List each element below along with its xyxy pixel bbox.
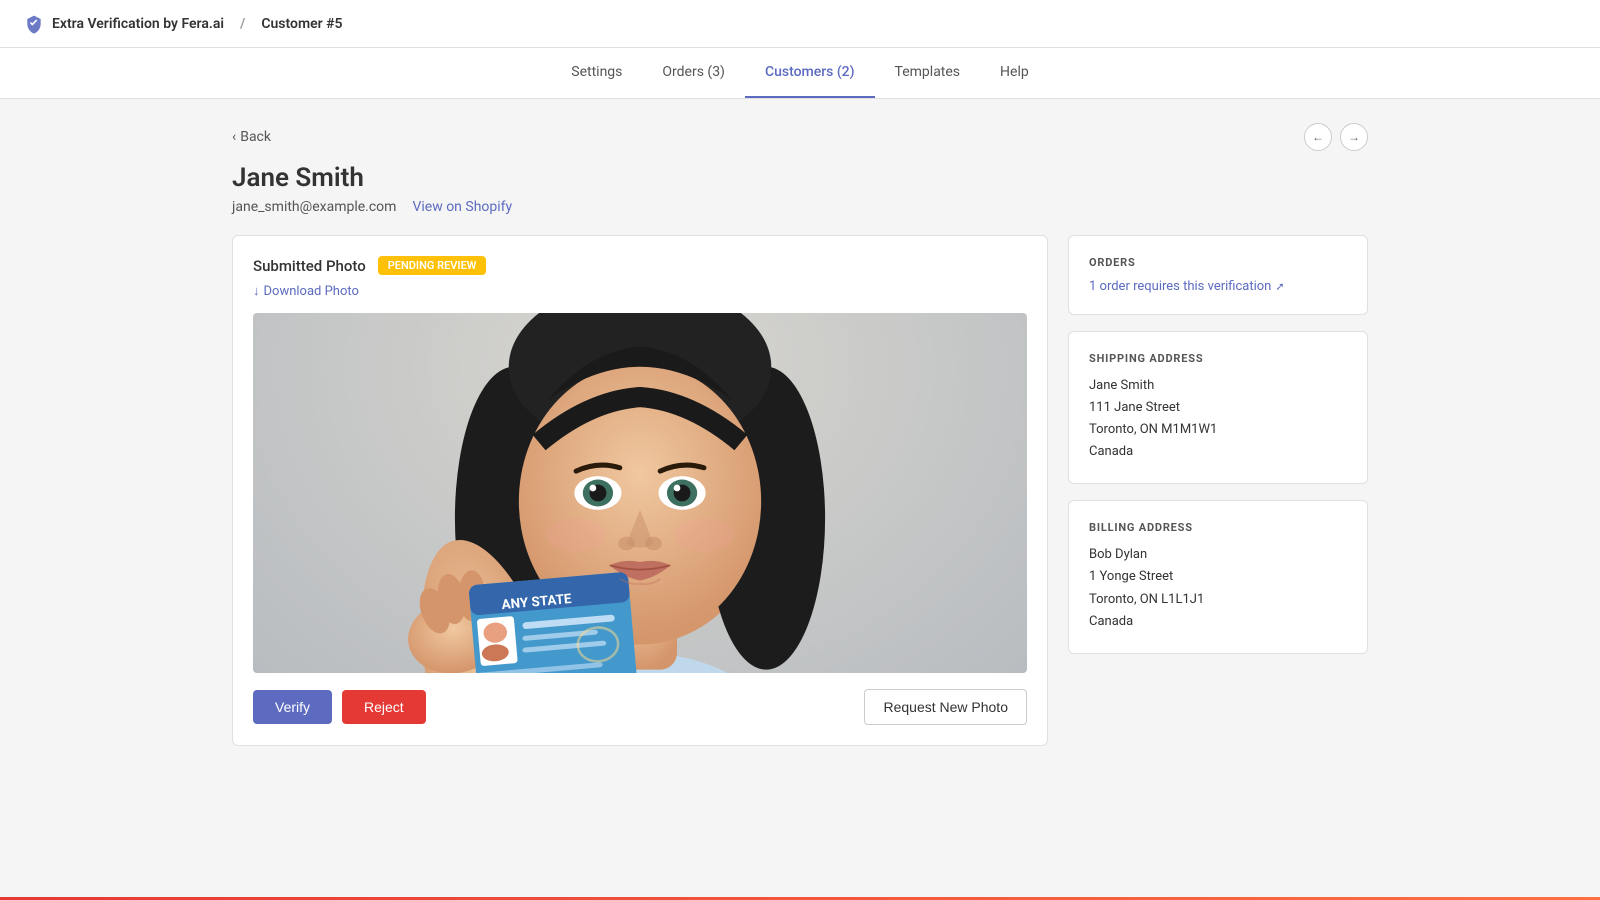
verify-button[interactable]: Verify <box>253 690 332 724</box>
topbar-page-label: Customer #5 <box>261 16 342 32</box>
nav-item-orders[interactable]: Orders (3) <box>642 48 745 98</box>
nav-item-templates[interactable]: Templates <box>875 48 981 98</box>
next-customer-button[interactable]: → <box>1340 123 1368 151</box>
content-grid: Submitted Photo Pending Review ↓ Downloa… <box>232 235 1368 746</box>
main-content: ‹ Back ← → Jane Smith jane_smith@example… <box>200 99 1400 770</box>
orders-section-title: ORDERS <box>1089 256 1347 269</box>
billing-country: Canada <box>1089 611 1347 633</box>
external-link-icon: ➚ <box>1275 280 1284 293</box>
request-new-photo-button[interactable]: Request New Photo <box>864 689 1027 725</box>
orders-link[interactable]: 1 order requires this verification ➚ <box>1089 279 1347 294</box>
back-label: Back <box>240 129 271 145</box>
nav-item-help[interactable]: Help <box>980 48 1049 98</box>
shipping-name: Jane Smith <box>1089 375 1347 397</box>
shipping-address: Jane Smith 111 Jane Street Toronto, ON M… <box>1089 375 1347 463</box>
nav-item-customers[interactable]: Customers (2) <box>745 48 875 98</box>
top-row: ‹ Back ← → <box>232 123 1368 151</box>
billing-card: BILLING ADDRESS Bob Dylan 1 Yonge Street… <box>1068 500 1368 653</box>
photo-image-container: ANY STATE <box>253 313 1027 673</box>
main-nav: Settings Orders (3) Customers (2) Templa… <box>0 48 1600 99</box>
reject-button[interactable]: Reject <box>342 690 426 724</box>
view-on-shopify-link[interactable]: View on Shopify <box>412 199 512 215</box>
shield-icon <box>24 14 44 34</box>
back-chevron-icon: ‹ <box>232 129 236 145</box>
shipping-card: SHIPPING ADDRESS Jane Smith 111 Jane Str… <box>1068 331 1368 484</box>
prev-customer-button[interactable]: ← <box>1304 123 1332 151</box>
shipping-line2: Toronto, ON M1M1W1 <box>1089 419 1347 441</box>
billing-title: BILLING ADDRESS <box>1089 521 1347 534</box>
billing-line1: 1 Yonge Street <box>1089 566 1347 588</box>
submitted-photo-svg: ANY STATE <box>253 313 1027 673</box>
orders-link-label: 1 order requires this verification <box>1089 279 1271 294</box>
download-photo-link[interactable]: ↓ Download Photo <box>253 283 1027 299</box>
topbar: Extra Verification by Fera.ai / Customer… <box>0 0 1600 48</box>
brand-name: Extra Verification by Fera.ai <box>52 16 224 32</box>
customer-name: Jane Smith <box>232 163 1368 193</box>
photo-card: Submitted Photo Pending Review ↓ Downloa… <box>232 235 1048 746</box>
photo-header: Submitted Photo Pending Review <box>253 256 1027 275</box>
customer-email: jane_smith@example.com <box>232 199 396 215</box>
nav-item-settings[interactable]: Settings <box>551 48 642 98</box>
back-link[interactable]: ‹ Back <box>232 129 271 145</box>
nav-arrows: ← → <box>1304 123 1368 151</box>
shipping-line1: 111 Jane Street <box>1089 397 1347 419</box>
side-panel: ORDERS 1 order requires this verificatio… <box>1068 235 1368 746</box>
brand: Extra Verification by Fera.ai / Customer… <box>24 14 343 34</box>
download-label: Download Photo <box>264 284 359 299</box>
photo-actions: Verify Reject Request New Photo <box>253 689 1027 725</box>
orders-card: ORDERS 1 order requires this verificatio… <box>1068 235 1368 315</box>
shipping-title: SHIPPING ADDRESS <box>1089 352 1347 365</box>
shipping-country: Canada <box>1089 441 1347 463</box>
btn-group: Verify Reject <box>253 690 426 724</box>
billing-address: Bob Dylan 1 Yonge Street Toronto, ON L1L… <box>1089 544 1347 632</box>
customer-meta: jane_smith@example.com View on Shopify <box>232 199 1368 215</box>
photo-title: Submitted Photo <box>253 257 366 275</box>
topbar-divider: / <box>240 16 245 32</box>
download-icon: ↓ <box>253 283 260 299</box>
status-badge: Pending Review <box>378 256 487 275</box>
billing-line2: Toronto, ON L1L1J1 <box>1089 589 1347 611</box>
billing-name: Bob Dylan <box>1089 544 1347 566</box>
